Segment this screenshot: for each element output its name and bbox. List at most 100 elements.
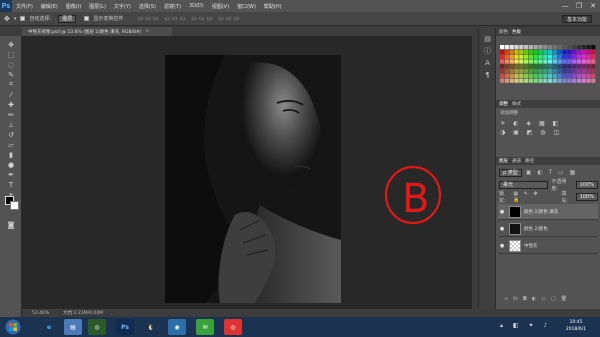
color-swatch[interactable] — [548, 78, 553, 83]
color-swatch[interactable] — [586, 69, 591, 74]
color-swatch[interactable] — [576, 73, 581, 78]
color-swatch[interactable] — [509, 73, 514, 78]
color-swatch[interactable] — [538, 54, 543, 59]
explorer-icon[interactable]: ▤ — [64, 319, 82, 335]
netease-music-icon[interactable]: ◎ — [224, 319, 242, 335]
color-swatch[interactable] — [586, 59, 591, 64]
color-swatch[interactable] — [548, 59, 553, 64]
color-swatch[interactable] — [504, 59, 509, 64]
color-swatch[interactable] — [581, 54, 586, 59]
color-swatch[interactable] — [591, 59, 596, 64]
paragraph-icon[interactable]: ¶ — [482, 70, 493, 79]
color-swatch[interactable] — [591, 64, 596, 69]
color-swatch[interactable] — [533, 59, 538, 64]
color-swatch[interactable] — [509, 78, 514, 83]
color-swatch[interactable] — [538, 64, 543, 69]
color-swatch[interactable] — [548, 73, 553, 78]
color-swatch[interactable] — [500, 59, 505, 64]
layer-row[interactable]: ● 颜色 2/颜色 — [498, 221, 598, 237]
color-swatch[interactable] — [524, 49, 529, 54]
color-swatch[interactable] — [548, 69, 553, 74]
color-swatch[interactable] — [586, 45, 591, 50]
color-swatch[interactable] — [586, 64, 591, 69]
color-swatch[interactable] — [528, 49, 533, 54]
color-swatch[interactable] — [552, 78, 557, 83]
color-swatch[interactable] — [576, 54, 581, 59]
color-swatch[interactable] — [557, 54, 562, 59]
color-swatch[interactable] — [519, 69, 524, 74]
color-swatch[interactable] — [576, 49, 581, 54]
color-swatch[interactable] — [500, 49, 505, 54]
color-swatch[interactable] — [524, 59, 529, 64]
color-swatch[interactable] — [552, 64, 557, 69]
color-swatch[interactable] — [543, 73, 548, 78]
color-swatch[interactable] — [533, 54, 538, 59]
color-swatch[interactable] — [548, 54, 553, 59]
color-swatch[interactable] — [524, 73, 529, 78]
color-swatch[interactable] — [557, 69, 562, 74]
color-swatch[interactable] — [591, 54, 596, 59]
color-swatch[interactable] — [576, 69, 581, 74]
layer-style-icon[interactable]: fx — [513, 296, 518, 304]
color-swatch[interactable] — [591, 73, 596, 78]
color-swatch[interactable] — [581, 73, 586, 78]
color-swatch[interactable] — [538, 78, 543, 83]
lock-icons[interactable]: ▦ ✎ ✥ 🔒 — [513, 191, 550, 203]
color-swatch[interactable] — [543, 49, 548, 54]
color-swatch[interactable] — [519, 45, 524, 50]
color-swatch[interactable] — [567, 54, 572, 59]
color-swatch[interactable] — [557, 64, 562, 69]
color-swatch[interactable] — [576, 64, 581, 69]
color-swatch[interactable] — [543, 64, 548, 69]
color-swatch[interactable] — [533, 45, 538, 50]
new-group-icon[interactable]: ▭ — [541, 296, 546, 304]
color-swatch[interactable] — [543, 69, 548, 74]
layer-kind-filter[interactable]: ρ 类型 — [499, 168, 522, 177]
color-swatch[interactable] — [576, 45, 581, 50]
color-swatch[interactable] — [562, 54, 567, 59]
color-swatch[interactable] — [504, 69, 509, 74]
media-player-icon[interactable]: ◎ — [88, 319, 106, 335]
properties-icon[interactable]: ⓘ — [482, 46, 493, 55]
color-swatch[interactable] — [552, 69, 557, 74]
color-swatch[interactable] — [504, 78, 509, 83]
filter-icons[interactable]: ▣ ◐ T ▭ ▦ — [526, 169, 578, 176]
character-icon[interactable]: A — [482, 58, 493, 67]
color-swatch[interactable] — [524, 69, 529, 74]
color-swatch[interactable] — [533, 73, 538, 78]
color-swatch[interactable] — [543, 45, 548, 50]
color-swatch[interactable] — [509, 69, 514, 74]
color-swatch[interactable] — [500, 54, 505, 59]
color-swatch[interactable] — [514, 45, 519, 50]
color-swatch[interactable] — [552, 54, 557, 59]
color-swatch[interactable] — [504, 49, 509, 54]
color-swatch[interactable] — [576, 78, 581, 83]
zoom-level[interactable]: 53.46% — [32, 311, 49, 316]
color-swatch[interactable] — [586, 73, 591, 78]
color-swatch[interactable] — [500, 45, 505, 50]
color-swatch[interactable] — [528, 45, 533, 50]
color-swatch[interactable] — [538, 69, 543, 74]
visibility-eye-icon[interactable]: ● — [498, 243, 506, 249]
color-swatch[interactable] — [581, 45, 586, 50]
color-swatch[interactable] — [519, 78, 524, 83]
color-swatch[interactable] — [500, 73, 505, 78]
start-button[interactable] — [2, 318, 24, 336]
layer-row[interactable]: ● 中性灰 — [498, 238, 598, 254]
color-swatch[interactable] — [548, 45, 553, 50]
color-swatch[interactable] — [509, 45, 514, 50]
app-icon[interactable]: ◉ — [168, 319, 186, 335]
color-swatch[interactable] — [572, 54, 577, 59]
tab-swatches[interactable]: 色板 — [512, 29, 521, 35]
color-swatch[interactable] — [514, 54, 519, 59]
ie-icon[interactable]: e — [40, 319, 58, 335]
color-swatch[interactable] — [514, 49, 519, 54]
color-swatch[interactable] — [567, 59, 572, 64]
color-swatch[interactable] — [524, 54, 529, 59]
color-swatch[interactable] — [514, 64, 519, 69]
tab-paths[interactable]: 路径 — [525, 158, 534, 164]
color-swatch[interactable] — [548, 49, 553, 54]
color-swatch[interactable] — [524, 78, 529, 83]
taskbar-clock[interactable]: 10:45 2018/6/1 — [558, 319, 594, 335]
qq-icon[interactable]: 🐧 — [142, 319, 160, 335]
